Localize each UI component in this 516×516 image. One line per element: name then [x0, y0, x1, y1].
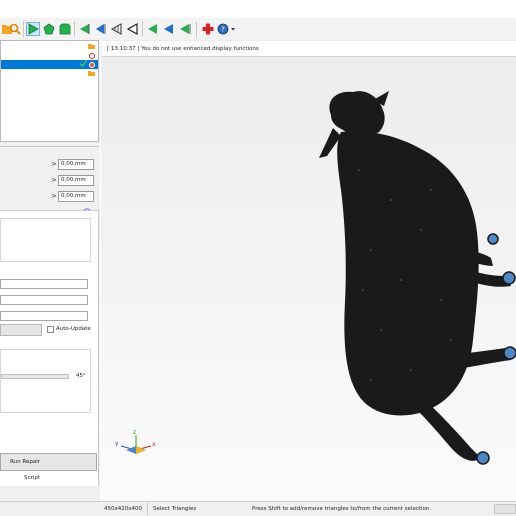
select-surface-icon[interactable]	[58, 22, 72, 36]
select-shell-icon[interactable]	[42, 22, 56, 36]
search-icon[interactable]	[8, 22, 22, 36]
translate-z-field[interactable]: 0.00 mm	[58, 191, 94, 202]
navigate-back-icon[interactable]	[162, 22, 176, 36]
selection-field-1[interactable]	[0, 279, 88, 289]
transform-row-y: > 0.00 mm	[0, 175, 99, 187]
add-part-icon[interactable]	[201, 22, 215, 36]
help-icon[interactable]: ?	[217, 22, 237, 36]
tree-row[interactable]	[1, 42, 98, 51]
status-bar: 450x420x400 Select Triangles Press Shift…	[0, 501, 516, 516]
status-dimensions: 450x420x400	[104, 506, 143, 512]
y-axis-label: y	[115, 440, 119, 447]
auto-update-checkbox[interactable]	[47, 326, 54, 333]
selection-info-box	[0, 218, 91, 262]
update-button[interactable]	[0, 324, 42, 336]
chevron-right-icon[interactable]: >	[51, 176, 57, 184]
selection-field-3[interactable]	[0, 311, 88, 321]
x-axis-label: x	[152, 441, 156, 448]
translate-y-field[interactable]: 0.00 mm	[58, 175, 94, 186]
status-hint: Press Shift to add/remove triangles to/f…	[252, 506, 432, 512]
chevron-right-icon[interactable]: >	[51, 160, 57, 168]
run-repair-script-label: Run Repair Script	[10, 459, 40, 481]
sheep-model[interactable]	[101, 40, 516, 501]
auto-update-label: Auto-Update	[56, 326, 91, 332]
error-icon[interactable]	[89, 61, 95, 68]
tree-row[interactable]	[1, 51, 98, 60]
status-progress	[494, 504, 516, 514]
selection-field-2[interactable]	[0, 295, 88, 305]
3d-viewport[interactable]: z x y	[101, 40, 516, 501]
run-repair-script-button[interactable]: Run Repair Script	[0, 453, 97, 481]
navigate-forward-icon[interactable]	[178, 22, 192, 36]
close-icon[interactable]	[89, 52, 95, 59]
transform-row-z: > 0.00 mm	[0, 191, 99, 203]
tree-row[interactable]	[1, 69, 98, 78]
parts-tree[interactable]	[0, 40, 99, 142]
status-mode: Select Triangles	[153, 506, 197, 512]
check-icon	[79, 60, 88, 69]
chevron-right-icon[interactable]: >	[51, 192, 57, 200]
log-panel: [ 13:10:37 ] You do not use enhanced dis…	[102, 41, 516, 57]
select-triangles-icon[interactable]	[26, 22, 40, 36]
outline-icon[interactable]	[126, 22, 140, 36]
axis-gizmo: z x y	[113, 429, 161, 462]
angle-slider[interactable]	[1, 374, 69, 379]
selection-panel: Auto-Update 45° Run Repair Script	[0, 210, 99, 486]
z-axis-label: z	[133, 429, 137, 436]
navigate-left-icon[interactable]	[146, 22, 160, 36]
tree-row-selected-part[interactable]	[1, 60, 98, 69]
main-toolbar: ?	[0, 18, 516, 40]
angle-value: 45°	[76, 373, 86, 379]
folder-icon[interactable]	[88, 43, 95, 51]
angle-group-box: 45°	[0, 349, 91, 413]
folder-icon[interactable]	[88, 70, 95, 78]
translate-x-field[interactable]: 0.00 mm	[58, 159, 94, 170]
wireframe-icon[interactable]	[110, 22, 124, 36]
log-message: [ 13:10:37 ] You do not use enhanced dis…	[107, 46, 259, 52]
select-left-icon[interactable]	[78, 22, 92, 36]
select-right-icon[interactable]	[94, 22, 108, 36]
transform-row-x: > 0.00 mm	[0, 159, 99, 171]
svg-text:?: ?	[221, 26, 225, 34]
